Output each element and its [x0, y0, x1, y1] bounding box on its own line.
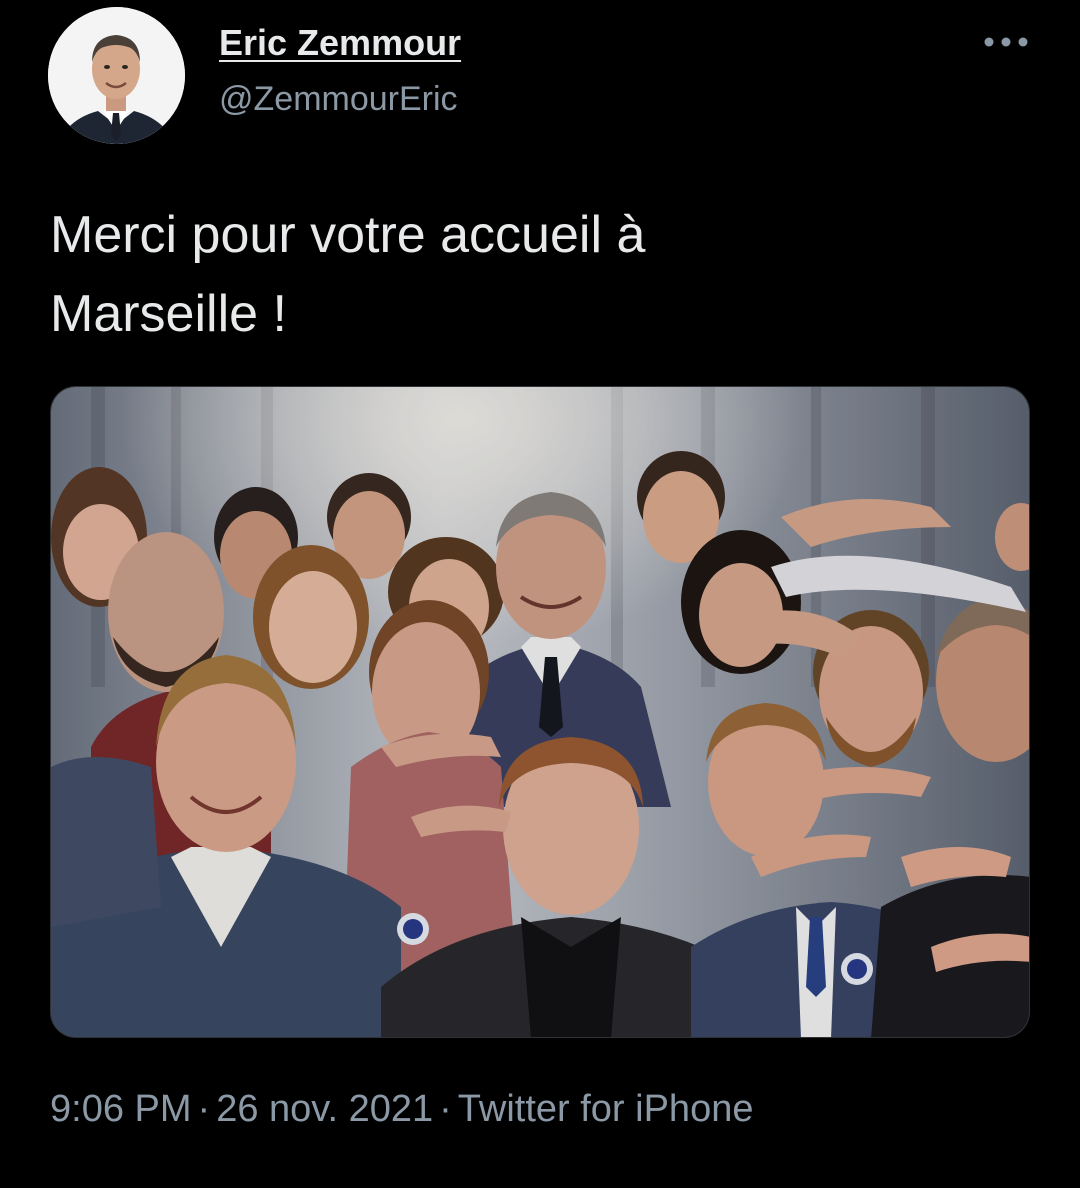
tweet-header: Eric Zemmour @ZemmourEric	[0, 0, 1080, 170]
tweet-text-line-1: Merci pour votre accueil à	[50, 206, 646, 264]
meta-separator: ·	[439, 1088, 452, 1130]
tweet-text-line-2: Marseille !	[50, 285, 287, 343]
display-name[interactable]: Eric Zemmour	[219, 22, 461, 64]
tweet-text: Merci pour votre accueil à Marseille !	[50, 196, 1030, 354]
tweet-time[interactable]: 9:06 PM	[50, 1088, 192, 1131]
tweet-date[interactable]: 26 nov. 2021	[216, 1088, 433, 1131]
tweet-source[interactable]: Twitter for iPhone	[458, 1088, 754, 1131]
profile-photo-icon	[48, 7, 185, 144]
more-options-button[interactable]	[978, 22, 1034, 62]
more-horizontal-icon	[984, 37, 1028, 47]
user-handle[interactable]: @ZemmourEric	[219, 80, 458, 119]
group-photo-icon	[51, 387, 1029, 1037]
meta-separator: ·	[197, 1088, 211, 1130]
tweet-meta: 9:06 PM · 26 nov. 2021 · Twitter for iPhone	[50, 1088, 753, 1131]
tweet-media[interactable]	[50, 386, 1030, 1038]
avatar[interactable]	[48, 7, 185, 144]
